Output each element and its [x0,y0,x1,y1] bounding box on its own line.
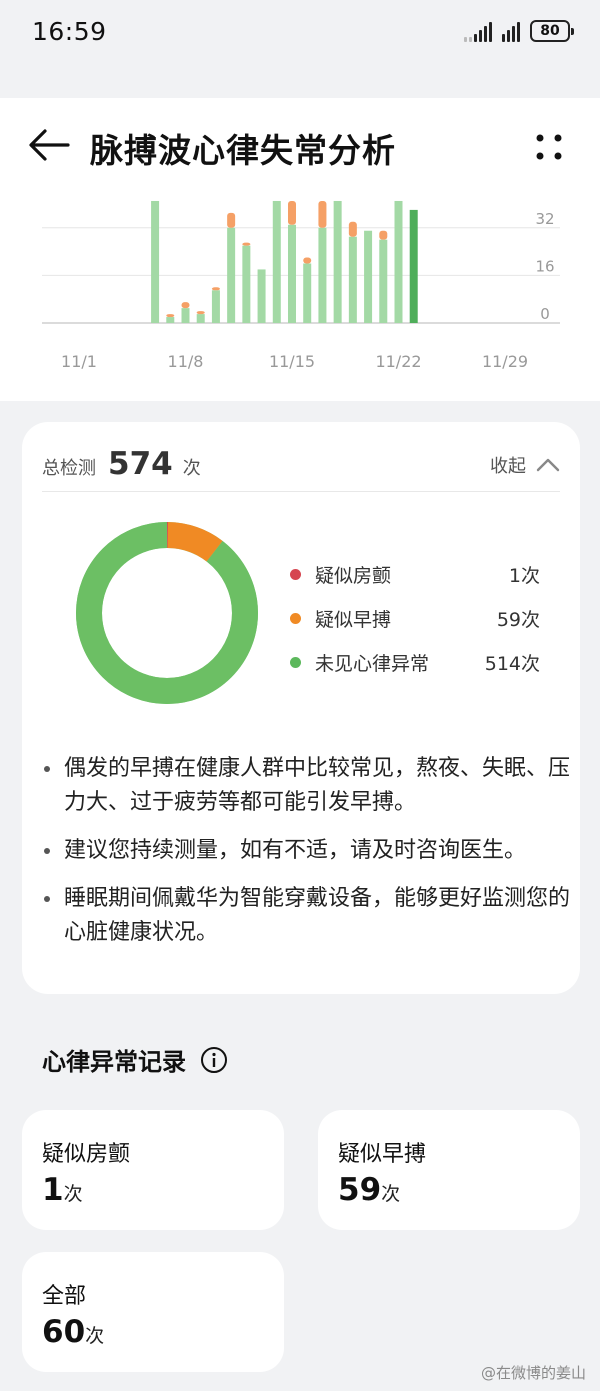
record-card-number: 60 [42,1314,86,1350]
summary-header: 总检测 574 次 收起 [42,446,560,492]
summary-card: 总检测 574 次 收起 疑似房颤 1次 疑似早搏 59次 未见心律异常 514… [22,422,580,994]
bar-normal[interactable] [211,290,220,323]
bar-premature[interactable] [318,200,327,228]
tip-item: 偶发的早搏在健康人群中比较常见，熬夜、失眠、压力大、过于疲劳等都可能引发早搏。 [42,752,572,820]
back-arrow-icon[interactable] [28,128,70,162]
record-card-premature[interactable]: 疑似早搏 59次 [318,1110,580,1230]
header-panel: 脉搏波心律失常分析 32 16 0 11/1 11/8 11/15 11/22 11/29 [0,98,600,401]
record-card-value: 60次 [42,1314,284,1350]
legend-item-normal: 未见心律异常 514次 [290,640,540,684]
tip-item: 建议您持续测量，如有不适，请及时咨询医生。 [42,834,572,868]
legend-label-normal: 未见心律异常 [315,652,430,675]
bar-premature[interactable] [242,242,251,246]
legend-dot-premature [290,612,301,624]
bar-normal[interactable] [166,317,175,323]
chevron-up-icon [536,458,560,472]
record-card-label: 疑似房颤 [42,1142,131,1167]
records-section-title: 心律异常记录 [42,1042,228,1077]
status-icons: 80 [464,20,574,42]
bar-premature[interactable] [303,257,312,264]
record-card-label: 疑似早搏 [338,1142,427,1167]
y-tick-label: 16 [535,257,554,275]
total-label: 总检测 [42,458,96,479]
tips-list: 偶发的早搏在健康人群中比较常见，熬夜、失眠、压力大、过于疲劳等都可能引发早搏。 … [42,752,572,964]
bar-normal[interactable] [196,314,205,323]
record-card-label: 全部 [42,1284,87,1309]
legend-value-premature: 59次 [496,608,540,631]
bar-premature[interactable] [196,311,205,315]
status-time: 16:59 [32,16,107,46]
status-bar: 16:59 80 [0,0,600,62]
total-count: 574 [108,446,173,482]
legend-label-af: 疑似房颤 [315,564,392,587]
bar-normal[interactable] [181,308,190,323]
info-icon[interactable] [200,1046,228,1074]
result-donut-chart [76,522,258,704]
watermark: @在微博的姜山 [481,1362,586,1383]
y-tick-label: 32 [535,210,554,228]
x-tick-label: 11/15 [269,352,315,371]
bar-premature[interactable] [348,221,357,237]
nav-bar: 脉搏波心律失常分析 [0,118,600,173]
legend-item-premature: 疑似早搏 59次 [290,596,540,640]
bar-normal[interactable] [272,200,281,323]
legend-item-af: 疑似房颤 1次 [290,552,540,596]
bar-normal[interactable] [394,200,403,323]
bar-premature[interactable] [288,200,296,225]
total-unit: 次 [182,458,201,479]
x-tick-label: 11/1 [61,352,97,371]
bar-normal[interactable] [318,227,327,323]
bar-normal[interactable] [364,230,373,323]
x-tick-label: 11/29 [482,352,528,371]
record-card-all[interactable]: 全部 60次 [22,1252,284,1372]
x-tick-label: 11/8 [168,352,204,371]
signal-icon-2 [502,20,520,42]
record-card-number: 59 [338,1172,382,1208]
collapse-label: 收起 [490,456,526,477]
page-title: 脉搏波心律失常分析 [90,131,396,170]
records-title-text: 心律异常记录 [42,1048,186,1076]
bar-premature[interactable] [166,314,175,318]
battery-level: 80 [540,23,560,39]
bar-normal[interactable] [151,200,160,323]
bar-normal[interactable] [333,200,342,323]
tip-item: 睡眠期间佩戴华为智能穿戴设备，能够更好监测您的心脏健康状况。 [42,882,572,950]
donut-legend: 疑似房颤 1次 疑似早搏 59次 未见心律异常 514次 [290,552,540,684]
bar-normal[interactable] [379,239,388,323]
bar-normal[interactable] [257,269,266,323]
record-card-unit: 次 [85,1325,105,1347]
legend-dot-af [290,568,301,580]
record-card-number: 1 [42,1172,64,1208]
bar-premature[interactable] [379,230,388,240]
record-card-value: 1次 [42,1172,284,1208]
record-card-af[interactable]: 疑似房颤 1次 [22,1110,284,1230]
bar-premature[interactable] [211,287,220,291]
bar-normal[interactable] [288,224,296,323]
record-card-unit: 次 [381,1183,401,1205]
bar-normal[interactable] [348,236,357,323]
bar-normal[interactable] [303,263,312,323]
watermark-text: @在微博的姜山 [480,1364,586,1382]
y-tick-label: 0 [540,305,550,323]
legend-label-premature: 疑似早搏 [315,608,392,631]
daily-check-bar-chart[interactable]: 32 16 0 11/1 11/8 11/15 11/22 11/29 [0,188,600,398]
record-card-unit: 次 [63,1183,83,1205]
bar-normal[interactable] [242,245,251,323]
legend-value-af: 1次 [508,564,540,587]
more-options-icon[interactable] [532,130,566,164]
legend-value-normal: 514次 [484,652,540,675]
bar-premature[interactable] [227,212,236,228]
bar-premature[interactable] [181,302,190,309]
collapse-button[interactable]: 收起 [490,452,560,478]
x-tick-label: 11/22 [375,352,421,371]
signal-icon [464,20,492,42]
legend-dot-normal [290,656,301,668]
battery-icon: 80 [530,20,574,42]
record-card-value: 59次 [338,1172,580,1208]
donut-slice [76,522,258,704]
bar-normal[interactable] [409,209,418,323]
bar-normal[interactable] [227,227,236,323]
